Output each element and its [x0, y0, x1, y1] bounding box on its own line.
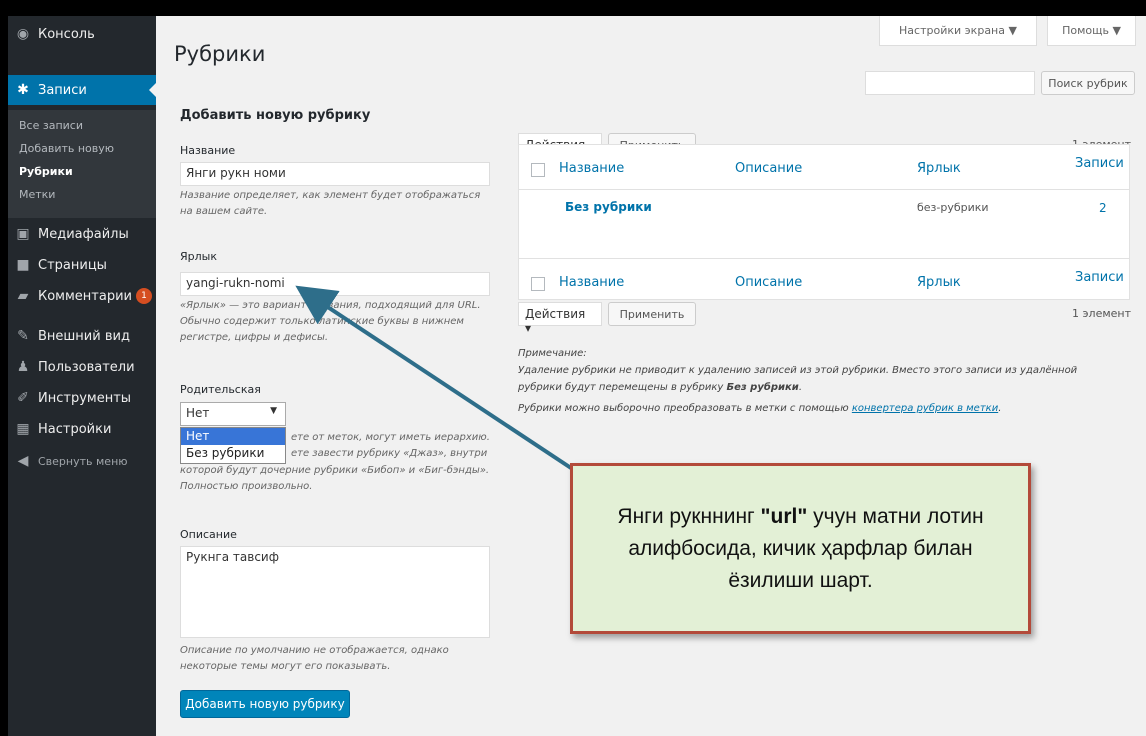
sidebar-item-label: Консоль: [38, 26, 95, 42]
media-icon: ▣: [16, 226, 30, 242]
sidebar-item-posts[interactable]: ✱ Записи: [8, 75, 156, 105]
submenu-tags[interactable]: Метки: [19, 188, 55, 201]
column-header-description[interactable]: Описание: [735, 161, 802, 176]
wrench-icon: ✐: [17, 390, 29, 406]
sidebar-item-label: Комментарии: [38, 288, 132, 304]
add-category-button[interactable]: Добавить новую рубрику: [180, 690, 350, 718]
column-footer-posts[interactable]: Записи: [1075, 270, 1124, 285]
sidebar-item-media[interactable]: ▣ Медиафайлы: [8, 219, 156, 249]
parent-option-none[interactable]: Нет: [181, 428, 285, 445]
parent-option-uncategorized[interactable]: Без рубрики: [181, 445, 285, 462]
description-help-line-1: Описание по умолчанию не отображается, о…: [180, 645, 449, 656]
sidebar-item-label: Настройки: [38, 421, 112, 437]
column-header-slug[interactable]: Ярлык: [917, 161, 961, 176]
parent-help-line-3: которой будут дочерние рубрики «Бибоп» и…: [180, 465, 490, 476]
parent-select[interactable]: Нет ▼: [180, 402, 286, 426]
name-input[interactable]: Янги рукн номи: [180, 162, 490, 186]
row-post-count[interactable]: 2: [1099, 201, 1107, 215]
sidebar-item-settings[interactable]: ▦ Настройки: [8, 414, 156, 444]
form-heading: Добавить новую рубрику: [180, 108, 371, 123]
select-all-checkbox[interactable]: [531, 163, 545, 177]
sidebar-collapse-menu[interactable]: ◀ Свернуть меню: [8, 446, 156, 476]
settings-icon: ▦: [16, 421, 30, 437]
apply-button-bottom[interactable]: Применить: [608, 302, 696, 326]
sidebar-item-dashboard[interactable]: ◉ Консоль: [8, 19, 156, 49]
footer-divider: [519, 258, 1129, 259]
parent-dropdown-list: Нет Без рубрики: [180, 427, 286, 464]
page-icon: ■: [16, 257, 30, 273]
screen-options-button[interactable]: Настройки экрана ▼: [879, 16, 1037, 46]
parent-label: Родительская: [180, 383, 261, 396]
bulk-actions-select-bottom[interactable]: Действия ▾: [518, 302, 602, 335]
description-text: Рукнга тавсиф: [186, 550, 279, 564]
slug-label: Ярлык: [180, 250, 217, 263]
help-button[interactable]: Помощь ▼: [1047, 16, 1136, 46]
dashboard-icon: ◉: [16, 26, 30, 42]
pin-icon: ✱: [17, 82, 29, 98]
note-title: Примечание:: [518, 348, 587, 359]
column-header-posts[interactable]: Записи: [1075, 156, 1124, 171]
slug-help-line-2: Обычно содержит только латинские буквы в…: [180, 316, 464, 327]
comment-count-badge: 1: [135, 288, 152, 304]
parent-select-value: Нет: [186, 406, 210, 420]
annotation-callout: Янги рукннинг "url" учун матни лотин али…: [570, 463, 1031, 634]
slug-help-line-1: «Ярлык» — это вариант названия, подходящ…: [180, 300, 481, 311]
categories-table: Название Описание Ярлык Записи Без рубри…: [518, 144, 1130, 300]
description-textarea[interactable]: Рукнга тавсиф: [180, 546, 490, 638]
column-footer-description[interactable]: Описание: [735, 275, 802, 290]
user-icon: ♟: [16, 359, 30, 375]
description-help-line-2: некоторые темы могут его показывать.: [180, 661, 391, 672]
name-label: Название: [180, 144, 236, 157]
note-line-1: Удаление рубрики не приводит к удалению …: [518, 365, 1078, 376]
note-line-2: рубрики будут перемещены в рубрику Без р…: [518, 382, 802, 393]
callout-text: Янги рукннинг "url" учун матни лотин али…: [617, 504, 984, 592]
admin-sidebar: ◉ Консоль ✱ Записи Все записи Добавить н…: [8, 16, 156, 736]
sidebar-item-users[interactable]: ♟ Пользователи: [8, 352, 156, 382]
convert-categories-link[interactable]: конвертера рубрик в метки: [852, 403, 998, 414]
submenu-categories[interactable]: Рубрики: [19, 165, 73, 178]
parent-help-line-2: ете завести рубрику «Джаз», внутри: [291, 448, 488, 459]
column-footer-slug[interactable]: Ярлык: [917, 275, 961, 290]
slug-help-line-3: регистре, цифры и дефисы.: [180, 332, 329, 343]
column-header-name[interactable]: Название: [559, 161, 624, 176]
page-title: Рубрики: [174, 42, 266, 66]
sidebar-item-appearance[interactable]: ✎ Внешний вид: [8, 321, 156, 351]
row-name-link[interactable]: Без рубрики: [565, 200, 652, 214]
sidebar-item-label: Записи: [38, 82, 87, 98]
slug-input[interactable]: yangi-rukn-nomi: [180, 272, 490, 296]
chevron-down-icon: ▼: [270, 406, 277, 416]
sidebar-item-label: Внешний вид: [38, 328, 130, 344]
select-all-checkbox-bottom[interactable]: [531, 277, 545, 291]
sidebar-item-label: Медиафайлы: [38, 226, 129, 242]
item-count-bottom: 1 элемент: [1072, 307, 1131, 320]
column-footer-name[interactable]: Название: [559, 275, 624, 290]
sidebar-item-label: Инструменты: [38, 390, 132, 406]
sidebar-item-pages[interactable]: ■ Страницы: [8, 250, 156, 280]
description-label: Описание: [180, 528, 237, 541]
parent-help-line-1: ете от меток, могут иметь иерархию.: [291, 432, 490, 443]
sidebar-item-tools[interactable]: ✐ Инструменты: [8, 383, 156, 413]
collapse-icon: ◀: [17, 453, 29, 469]
note-line-3: Рубрики можно выборочно преобразовать в …: [518, 403, 1002, 414]
sidebar-item-label: Свернуть меню: [38, 454, 128, 468]
sidebar-item-label: Пользователи: [38, 359, 135, 375]
name-help-line-2: на вашем сайте.: [180, 206, 268, 217]
submenu-all-posts[interactable]: Все записи: [19, 119, 83, 132]
brush-icon: ✎: [17, 328, 29, 344]
header-divider: [519, 189, 1129, 190]
search-categories-button[interactable]: Поиск рубрик: [1041, 71, 1135, 95]
sidebar-item-label: Страницы: [38, 257, 107, 273]
name-help-line-1: Название определяет, как элемент будет о…: [180, 190, 481, 201]
parent-help-line-4: Полностью произвольно.: [180, 481, 313, 492]
posts-submenu: Все записи Добавить новую Рубрики Метки: [8, 110, 156, 218]
search-input[interactable]: [865, 71, 1035, 95]
row-slug: без-рубрики: [917, 201, 989, 214]
sidebar-item-comments[interactable]: ▰ Комментарии 1: [8, 281, 156, 311]
submenu-add-new[interactable]: Добавить новую: [19, 142, 114, 155]
comment-icon: ▰: [17, 288, 29, 304]
admin-window: ◉ Консоль ✱ Записи Все записи Добавить н…: [8, 16, 1146, 736]
